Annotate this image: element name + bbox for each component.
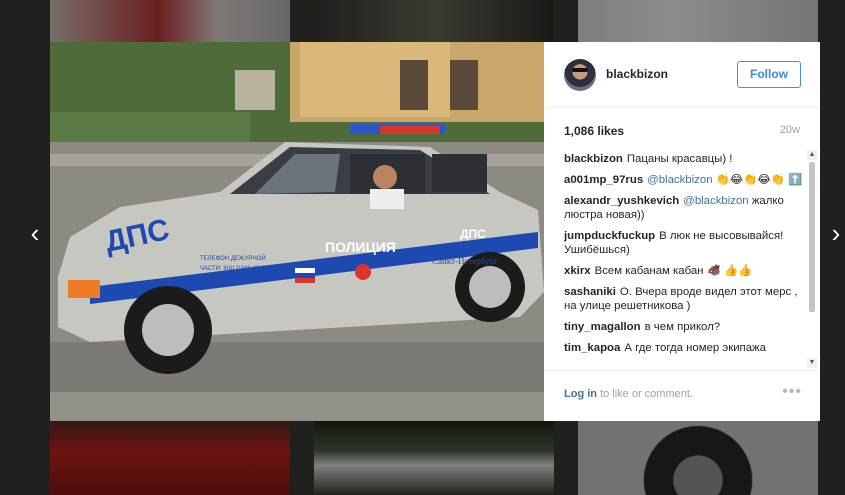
post-modal: ДПС ПОЛИЦИЯ ДПС Санкт-Петербург ТЕЛЕФОН … xyxy=(50,42,820,421)
post-footer: Log in to like or comment. ••• xyxy=(544,370,820,421)
comment-item: sashaniki О. Вчера вроде видел этот мерс … xyxy=(564,285,806,313)
comment-author[interactable]: tim_kapoa xyxy=(564,342,620,354)
comment-author[interactable]: blackbizon xyxy=(564,153,623,165)
more-options-icon[interactable]: ••• xyxy=(782,383,802,401)
scroll-down-arrow-icon[interactable]: ▼ xyxy=(807,358,817,368)
comments-list[interactable]: blackbizon Пацаны красавцы) ! a001mp_97ru… xyxy=(564,152,806,366)
comment-text: 👏😂👏😂👏 ⬆️ xyxy=(715,174,803,186)
login-link[interactable]: Log in xyxy=(564,388,597,400)
comment-text: Пацаны красавцы) ! xyxy=(626,153,733,165)
previous-arrow-icon[interactable]: ‹ xyxy=(25,220,45,246)
follow-button[interactable]: Follow xyxy=(737,61,801,88)
likes-count[interactable]: 1,086 likes xyxy=(564,124,624,138)
comment-author[interactable]: tiny_magallon xyxy=(564,321,641,333)
login-prompt: Log in to like or comment. xyxy=(564,388,693,400)
car-city-text: Санкт-Петербург xyxy=(432,256,498,266)
next-arrow-icon[interactable]: › xyxy=(826,220,845,246)
comment-item: jumpduckfuckup В люк не высовывайся! Ушиб… xyxy=(564,229,806,257)
comment-text: в чем прикол? xyxy=(644,321,721,333)
post-header: blackbizon Follow xyxy=(544,42,820,108)
scroll-thumb[interactable] xyxy=(809,162,815,312)
post-photo[interactable]: ДПС ПОЛИЦИЯ ДПС Санкт-Петербург ТЕЛЕФОН … xyxy=(50,42,544,421)
comment-item: blackbizon Пацаны красавцы) ! xyxy=(564,152,806,166)
comment-author[interactable]: a001mp_97rus xyxy=(564,174,643,186)
comment-author[interactable]: alexandr_yushkevich xyxy=(564,195,679,207)
scroll-up-arrow-icon[interactable]: ▲ xyxy=(807,150,817,160)
comment-text: А где тогда номер экипажа xyxy=(624,342,767,354)
comment-text: Всем кабанам кабан 🐗 👍👍 xyxy=(594,265,753,277)
comment-author[interactable]: sashaniki xyxy=(564,286,616,298)
login-prompt-suffix: to like or comment. xyxy=(597,388,693,400)
police-car-photo: ДПС ПОЛИЦИЯ ДПС Санкт-Петербург ТЕЛЕФОН … xyxy=(50,42,544,421)
car-phone-line-1: ТЕЛЕФОН ДЕЖУРНОЙ xyxy=(200,254,266,262)
comment-author[interactable]: jumpduckfuckup xyxy=(564,230,655,242)
username-link[interactable]: blackbizon xyxy=(606,67,668,81)
comment-mention[interactable]: @blackbizon xyxy=(647,174,712,186)
post-sidebar: blackbizon Follow 1,086 likes 20w blackb… xyxy=(544,42,820,421)
comment-mention[interactable]: @blackbizon xyxy=(683,195,748,207)
car-phone-line-2: ЧАСТИ: 8(812)388-02-02 xyxy=(200,266,269,272)
comment-item: xkirx Всем кабанам кабан 🐗 👍👍 xyxy=(564,264,806,278)
comments-scrollbar[interactable]: ▲ ▼ xyxy=(807,150,817,368)
avatar[interactable] xyxy=(564,59,596,91)
comment-item: alexandr_yushkevich @blackbizon жалко люс… xyxy=(564,194,806,222)
comment-item: a001mp_97rus @blackbizon 👏😂👏😂👏 ⬆️ xyxy=(564,173,806,187)
post-age[interactable]: 20w xyxy=(780,124,800,136)
car-rear-text: ДПС xyxy=(460,227,486,241)
car-door-text: ПОЛИЦИЯ xyxy=(325,239,396,255)
comment-item: tim_kapoa А где тогда номер экипажа xyxy=(564,341,806,355)
comment-author[interactable]: xkirx xyxy=(564,265,591,277)
comment-item: tiny_magallon в чем прикол? xyxy=(564,320,806,334)
